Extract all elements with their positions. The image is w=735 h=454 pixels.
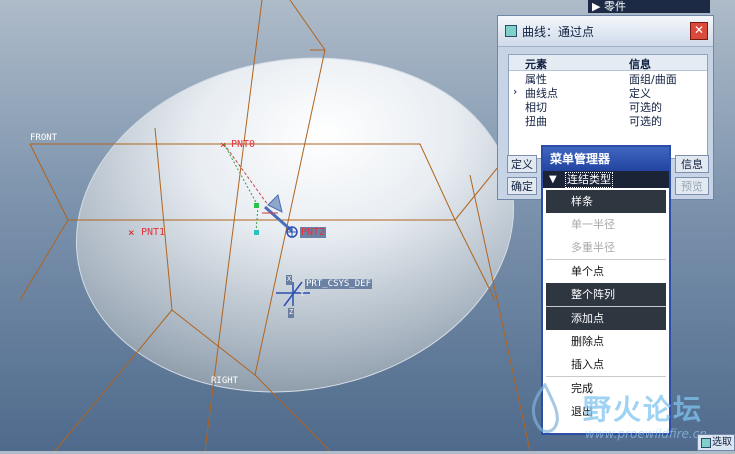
table-row[interactable]: 属性 面组/曲面: [509, 71, 707, 86]
triangle-right-icon: ▶: [592, 0, 601, 13]
watermark-url: www.proewildfire.cn: [585, 427, 707, 441]
info-button[interactable]: 信息: [675, 155, 709, 173]
menu-item-delete-point[interactable]: 删除点: [546, 330, 666, 353]
preview-button[interactable]: 预览: [675, 177, 709, 195]
table-row[interactable]: 扭曲 可选的: [509, 113, 707, 128]
svg-text:×: ×: [220, 140, 226, 151]
ok-button[interactable]: 确定: [507, 177, 537, 195]
svg-text:×: ×: [128, 226, 135, 239]
point-label-pnt2: PNT2: [300, 227, 327, 238]
triangle-down-icon: ▼: [549, 174, 557, 185]
part-menu-header[interactable]: ▶ 零件: [588, 0, 710, 13]
row-marker: ›: [513, 85, 518, 98]
watermark-title: 野火论坛: [583, 393, 704, 426]
point-label-pnt1: PNT1: [141, 227, 166, 238]
column-header-element: 元素: [525, 58, 547, 71]
table-row[interactable]: 相切 可选的: [509, 99, 707, 114]
csys-axis-y: Y: [300, 290, 305, 298]
element-table: 元素 信息 属性 面组/曲面 › 曲线点 定义 相切 可选的 扭曲 可选的: [508, 54, 708, 159]
menu-item-whole-array[interactable]: 整个阵列: [546, 283, 666, 306]
point-label-pnt0: PNT0: [231, 139, 256, 150]
menu-item-spline[interactable]: 样条: [546, 190, 666, 213]
csys-axis-z: Z: [289, 308, 294, 316]
point-pnt0[interactable]: ×: [220, 140, 226, 151]
column-header-info: 信息: [629, 58, 651, 71]
csys-axis-x: X: [287, 275, 292, 283]
table-header: 元素 信息: [509, 55, 707, 71]
menu-item-multiple-radius: 多重半径: [571, 241, 615, 254]
menu-item-single-point[interactable]: 单个点: [546, 260, 666, 283]
part-menu-label: 零件: [603, 0, 626, 13]
row-element: 扭曲: [525, 115, 547, 128]
point-pnt2[interactable]: [286, 226, 298, 238]
close-icon[interactable]: ✕: [690, 22, 708, 40]
menu-manager-title[interactable]: 菜单管理器: [543, 147, 669, 171]
submenu-label: 连结类型: [565, 172, 613, 188]
menu-item-add-point[interactable]: 添加点: [546, 307, 666, 330]
menu-item-insert-point[interactable]: 插入点: [546, 353, 666, 376]
submenu-connection-type[interactable]: ▼ 连结类型: [543, 171, 669, 188]
datum-label-front: FRONT: [30, 133, 58, 143]
dialog-title: 曲线：通过点: [522, 25, 595, 39]
define-button[interactable]: 定义: [507, 155, 537, 173]
datum-label-right: RIGHT: [211, 376, 239, 386]
surface-ellipsoid[interactable]: [50, 24, 541, 425]
row-info: 可选的: [629, 115, 662, 128]
table-row[interactable]: › 曲线点 定义: [509, 85, 707, 100]
csys-label: PRT_CSYS_DEF: [305, 279, 373, 289]
menu-item-single-radius: 单一半径: [571, 218, 615, 231]
point-pnt1[interactable]: ×: [128, 226, 135, 239]
watermark-logo-icon: [531, 383, 559, 433]
select-status-button[interactable]: 选取: [697, 434, 735, 451]
dialog-app-icon: [505, 25, 517, 37]
dialog-titlebar[interactable]: 曲线：通过点 ✕: [498, 16, 713, 47]
